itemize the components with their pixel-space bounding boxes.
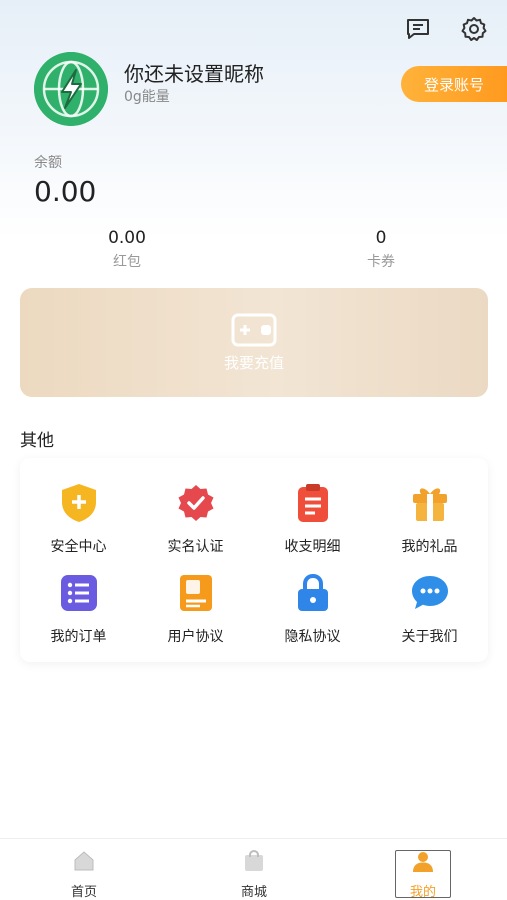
stat-label: 红包: [113, 254, 141, 270]
grid-item-user-agreement[interactable]: 用户协议: [137, 572, 254, 646]
balance-value[interactable]: 0.00: [34, 175, 96, 208]
clipboard-icon: [297, 484, 328, 522]
grid-item-label: 我的礼品: [401, 539, 458, 555]
verified-badge-icon: [178, 485, 213, 521]
grid-item-label: 安全中心: [50, 539, 107, 555]
energy-value: 0g能量: [124, 89, 170, 105]
shop-bag-icon: [245, 849, 263, 871]
tab-home[interactable]: 首页: [34, 849, 134, 900]
section-title-other: 其他: [20, 431, 54, 451]
grid-item-label: 收支明细: [284, 539, 341, 555]
header-actions: [403, 14, 489, 44]
balance-label: 余额: [34, 155, 62, 171]
recharge-button[interactable]: 我要充值: [20, 288, 488, 397]
lock-icon: [297, 573, 328, 611]
tab-shop[interactable]: 商城: [204, 849, 304, 900]
shield-icon: [61, 484, 96, 522]
avatar[interactable]: [34, 52, 108, 126]
grid-item-about-us[interactable]: 关于我们: [371, 572, 488, 646]
nickname[interactable]: 你还未设置昵称: [124, 58, 264, 87]
tab-label: 首页: [70, 885, 97, 900]
gift-icon: [412, 488, 447, 521]
tab-label: 商城: [240, 885, 267, 900]
grid-item-orders[interactable]: 我的订单: [20, 572, 137, 646]
stat-value: 0.00: [108, 228, 146, 248]
active-tab-highlight: [395, 850, 451, 898]
stat-label: 卡券: [367, 254, 395, 270]
settings-icon[interactable]: [459, 14, 489, 44]
message-icon[interactable]: [403, 14, 433, 44]
other-services-grid: 安全中心 实名认证 收支明细 我的礼品 我的订单 用户协议 隐私协议 关于我们: [20, 458, 488, 662]
grid-item-label: 我的订单: [50, 629, 107, 645]
grid-item-gifts[interactable]: 我的礼品: [371, 482, 488, 556]
document-icon: [179, 575, 212, 611]
grid-item-privacy-policy[interactable]: 隐私协议: [254, 572, 371, 646]
grid-item-label: 关于我们: [401, 629, 458, 645]
grid-item-security-center[interactable]: 安全中心: [20, 482, 137, 556]
chat-bubble-icon: [411, 576, 448, 609]
grid-item-transactions[interactable]: 收支明细: [254, 482, 371, 556]
globe-bolt-icon: [34, 52, 108, 126]
stat-red-packet[interactable]: 0.00 红包: [57, 228, 197, 271]
login-button[interactable]: 登录账号: [401, 66, 507, 102]
list-icon: [60, 575, 97, 611]
home-icon: [74, 851, 94, 871]
wallet-icon: [231, 313, 277, 347]
stat-value: 0: [375, 228, 387, 248]
grid-item-real-name[interactable]: 实名认证: [137, 482, 254, 556]
stat-coupons[interactable]: 0 卡券: [311, 228, 451, 271]
grid-item-label: 实名认证: [167, 539, 224, 555]
grid-item-label: 用户协议: [167, 629, 224, 645]
recharge-label: 我要充值: [223, 354, 284, 372]
grid-item-label: 隐私协议: [284, 629, 341, 645]
